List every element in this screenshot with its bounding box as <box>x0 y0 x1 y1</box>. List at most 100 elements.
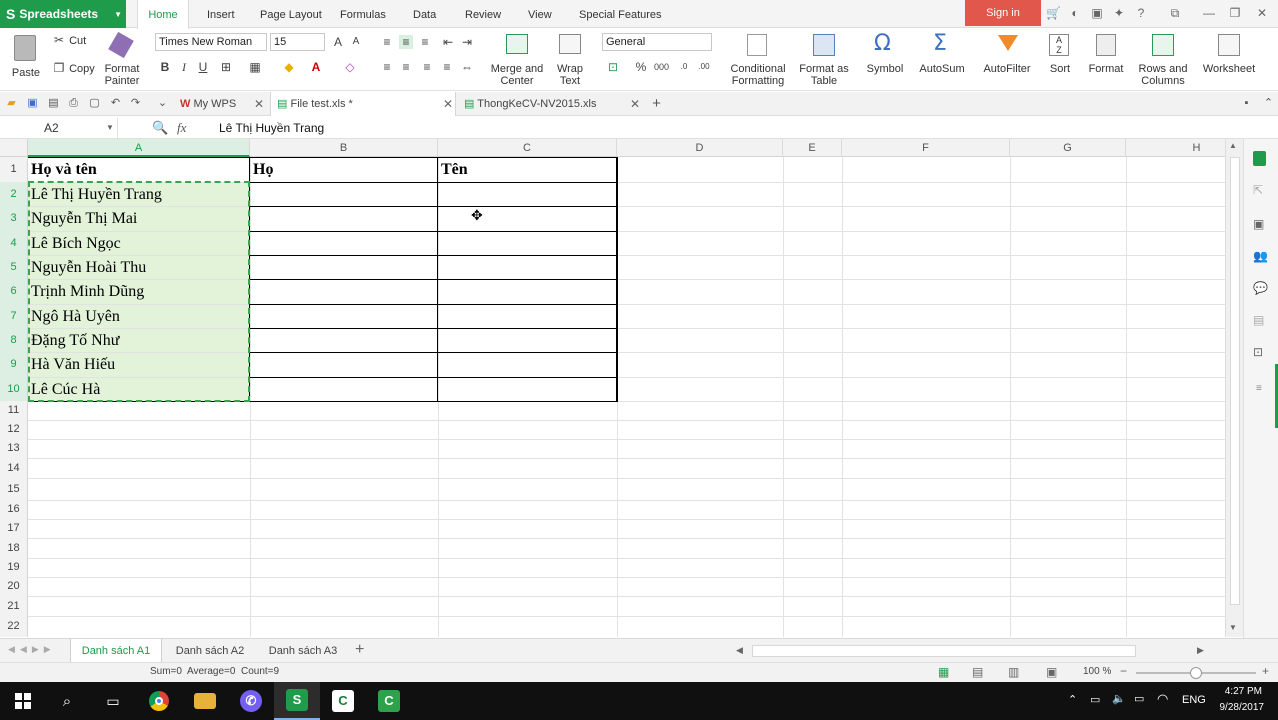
open-folder-icon[interactable]: ▰ <box>5 97 18 110</box>
customize-toolbar-icon[interactable]: ⌄ <box>156 97 169 110</box>
rows-columns-button[interactable]: Rows and Columns <box>1134 31 1192 89</box>
sheet-tab-a1[interactable]: Danh sách A1 <box>70 639 162 663</box>
cell-a1[interactable]: Họ và tên <box>28 159 97 181</box>
tab-view[interactable]: View <box>528 0 552 28</box>
row-header-14[interactable]: 14 <box>0 458 28 478</box>
show-hidden-icons-icon[interactable]: ⌃ <box>1068 693 1077 706</box>
autosum-button[interactable]: Σ AutoSum <box>914 31 970 89</box>
fill-color-icon[interactable]: ◆ <box>282 60 296 74</box>
tab-review[interactable]: Review <box>465 0 501 28</box>
viber-icon[interactable]: ✆ <box>228 682 274 720</box>
page-break-view-icon[interactable]: ▤ <box>972 665 983 679</box>
tab-my-wps[interactable]: W My WPS ✕ <box>174 92 266 116</box>
tab-thongke[interactable]: ▤ ThongKeCV-NV2015.xls ✕ <box>458 92 642 116</box>
zoom-lookup-icon[interactable]: 🔍 <box>152 118 168 138</box>
currency-icon[interactable]: ⊡ <box>606 60 620 74</box>
battery-icon[interactable]: ▭ <box>1090 693 1100 706</box>
reading-mode-icon[interactable]: ▣ <box>1046 665 1057 679</box>
clear-format-icon[interactable]: ◇ <box>343 60 357 74</box>
backup-icon[interactable]: ⊡ <box>1253 345 1263 359</box>
tab-data[interactable]: Data <box>413 0 436 28</box>
bold-icon[interactable]: B <box>158 60 172 74</box>
tab-file-test[interactable]: ▤ File test.xls * ✕ <box>270 92 456 116</box>
search-icon[interactable]: ⌕ <box>44 682 90 720</box>
panel-grip-icon[interactable]: ≡ <box>1256 383 1262 394</box>
row-header-5[interactable]: 5 <box>0 255 28 279</box>
zoom-in-icon[interactable]: + <box>1262 664 1269 678</box>
property-icon[interactable]: ▣ <box>1253 217 1264 231</box>
redo-icon[interactable]: ↷ <box>129 97 142 110</box>
wifi-icon[interactable]: ◠ <box>1157 691 1168 707</box>
scroll-left-icon[interactable]: ◀ <box>736 645 743 656</box>
font-color-icon[interactable]: A <box>309 60 323 74</box>
percent-button[interactable]: % <box>634 60 648 74</box>
align-bottom-icon[interactable]: ≡ <box>418 35 432 49</box>
collapse-ribbon-icon[interactable]: ⌃ <box>1262 97 1275 110</box>
formula-input[interactable]: Lê Thị Huyền Trang <box>212 118 1242 138</box>
format-painter-button[interactable]: Format Painter <box>102 31 142 89</box>
row-header-8[interactable]: 8 <box>0 328 28 352</box>
row-header-22[interactable]: 22 <box>0 616 28 637</box>
row-header-21[interactable]: 21 <box>0 596 28 616</box>
sort-button[interactable]: AZ Sort <box>1042 31 1078 89</box>
row-header-20[interactable]: 20 <box>0 577 28 596</box>
save-icon[interactable]: ▣ <box>26 97 39 110</box>
column-header-d[interactable]: D <box>617 139 783 157</box>
minimize-icon[interactable]: — <box>1202 6 1216 20</box>
row-header-12[interactable]: 12 <box>0 420 28 439</box>
italic-icon[interactable]: I <box>177 60 191 74</box>
new-sheet-icon[interactable] <box>1253 151 1266 166</box>
fx-button[interactable]: fx <box>177 118 186 138</box>
help-icon[interactable]: ? <box>1134 6 1148 20</box>
close-icon[interactable]: ✕ <box>1255 6 1269 20</box>
row-header-7[interactable]: 7 <box>0 304 28 328</box>
language-indicator[interactable]: ENG <box>1182 694 1206 706</box>
select-all-corner[interactable] <box>0 139 28 157</box>
tab-special-features[interactable]: Special Features <box>579 0 662 28</box>
clock-time[interactable]: 4:27 PM <box>1220 686 1262 697</box>
row-header-2[interactable]: 2 <box>0 182 28 206</box>
column-header-h[interactable]: H <box>1126 139 1225 157</box>
vertical-scrollbar[interactable]: ▲ ▼ <box>1225 139 1243 637</box>
worksheet-button[interactable]: Worksheet <box>1196 31 1262 89</box>
row-header-13[interactable]: 13 <box>0 439 28 458</box>
decrease-indent-icon[interactable]: ⇤ <box>441 35 455 49</box>
clock-date[interactable]: 9/28/2017 <box>1212 702 1265 713</box>
cell-a5[interactable]: Nguyễn Hoài Thu <box>28 256 146 279</box>
distribute-icon[interactable]: ⇔ <box>460 60 474 74</box>
increase-decimal-icon[interactable]: .0 <box>677 60 691 74</box>
paste-button[interactable]: Paste <box>8 33 42 89</box>
column-header-f[interactable]: F <box>842 139 1010 157</box>
format-as-table-button[interactable]: Format as Table <box>798 31 850 89</box>
symbol-button[interactable]: Ω Symbol <box>860 31 910 89</box>
cut-button[interactable]: ✂ Cut <box>52 33 86 49</box>
align-middle-icon[interactable]: ≡ <box>399 35 413 49</box>
justify-icon[interactable]: ≡ <box>440 60 454 74</box>
row-header-11[interactable]: 11 <box>0 401 28 420</box>
new-tab-plus-icon[interactable]: + <box>650 96 663 111</box>
feedback-icon[interactable]: ▣ <box>1090 6 1104 20</box>
scroll-up-icon[interactable]: ▲ <box>1229 141 1237 150</box>
tab-insert[interactable]: Insert <box>207 0 235 28</box>
sheet-nav-arrows-icon[interactable]: ◀◀▶▶ <box>8 644 56 655</box>
sheet-tab-a3[interactable]: Danh sách A3 <box>258 639 348 663</box>
close-tab-icon[interactable]: ✕ <box>443 92 453 116</box>
scroll-right-icon[interactable]: ▶ <box>1197 645 1204 656</box>
volume-icon[interactable]: 🔈 <box>1112 692 1126 705</box>
row-header-10[interactable]: 10 <box>0 377 28 401</box>
row-header-17[interactable]: 17 <box>0 519 28 538</box>
skin-icon[interactable]: ◐ <box>1068 6 1082 20</box>
conditional-formatting-button[interactable]: Conditional Formatting <box>726 31 790 89</box>
close-tab-icon[interactable]: ✕ <box>630 92 640 116</box>
cell-a3[interactable]: Nguyễn Thị Mai <box>28 207 137 231</box>
camtasia-icon[interactable]: C <box>320 682 366 720</box>
align-top-icon[interactable]: ≡ <box>380 35 394 49</box>
settings-icon[interactable]: ✦ <box>1112 6 1126 20</box>
column-header-a[interactable]: A <box>28 139 250 157</box>
row-header-9[interactable]: 9 <box>0 352 28 377</box>
restore-window-icon[interactable]: ⧉ <box>1168 6 1182 20</box>
cell-a7[interactable]: Ngô Hà Uyên <box>28 305 120 328</box>
align-left-icon[interactable]: ≡ <box>380 60 394 74</box>
scroll-thumb[interactable] <box>1230 157 1240 605</box>
underline-icon[interactable]: U <box>196 60 210 74</box>
